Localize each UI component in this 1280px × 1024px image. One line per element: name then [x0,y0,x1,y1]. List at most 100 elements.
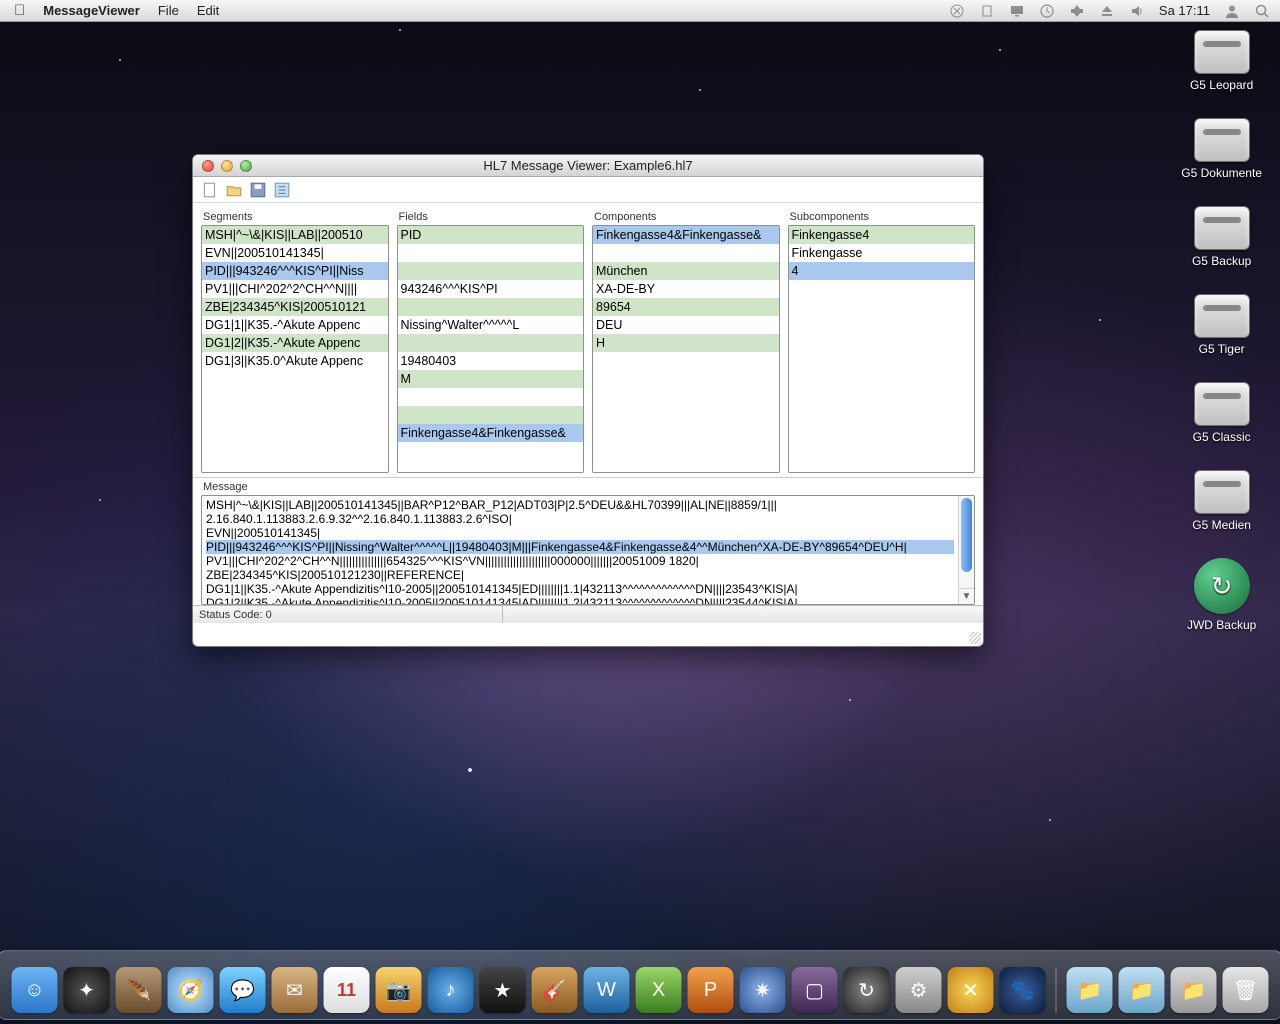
list-row[interactable]: DG1|1||K35.-^Akute Appenc [202,316,388,334]
menubar-clock[interactable]: Sa 17:11 [1159,3,1210,18]
titlebar[interactable]: HL7 Message Viewer: Example6.hl7 [193,155,983,177]
apple-menu-icon[interactable]:  [14,2,25,19]
toolbar-tool-icon[interactable] [273,181,291,199]
scrollbar-thumb[interactable] [961,498,972,572]
desktop-icon-1[interactable]: G5 Dokumente [1181,118,1262,180]
menuextra-displays-icon[interactable] [1009,3,1025,19]
menuextra-eject-icon[interactable] [1099,3,1115,19]
list-row[interactable]: PID|||943246^^^KIS^PI||Niss [202,262,388,280]
list-row[interactable]: M [398,370,584,388]
dock-app-19[interactable]: ✕ [948,967,994,1013]
dock-app-15[interactable]: ✷ [740,967,786,1013]
dock-dashboard[interactable]: ✦ [64,967,110,1013]
dock-folder-1[interactable]: 📁 [1067,967,1113,1013]
dock-folder-3[interactable]: 📁 [1171,967,1217,1013]
list-row[interactable]: DG1|3||K35.0^Akute Appenc [202,352,388,370]
dock-app-16[interactable]: ▢ [792,967,838,1013]
list-row[interactable] [398,262,584,280]
menuextra-icon-2[interactable] [979,3,995,19]
app-name[interactable]: MessageViewer [43,3,140,18]
window-minimize-button[interactable] [221,160,233,172]
list-row[interactable] [398,298,584,316]
desktop-icon-4[interactable]: G5 Classic [1193,382,1251,444]
message-line[interactable]: DG1|2||K35.-^Akute Appendizitis^I10-2005… [206,596,954,605]
dock-excel[interactable]: X [636,967,682,1013]
dock-mail[interactable]: ✉ [272,967,318,1013]
menu-edit[interactable]: Edit [197,3,219,18]
dock-iphoto[interactable]: 📷 [376,967,422,1013]
dock-app-3[interactable]: 🪶 [116,967,162,1013]
list-row[interactable]: H [593,334,779,352]
desktop-icon-6[interactable]: ↻JWD Backup [1187,558,1256,632]
list-row[interactable]: DEU [593,316,779,334]
message-line[interactable]: PV1|||CHI^202^2^CH^^N|||||||||||||||6543… [206,554,954,568]
list-row[interactable] [398,388,584,406]
menu-file[interactable]: File [158,3,179,18]
desktop-icon-2[interactable]: G5 Backup [1192,206,1251,268]
toolbar-new-icon[interactable] [201,181,219,199]
dock-word[interactable]: W [584,967,630,1013]
toolbar-save-icon[interactable] [249,181,267,199]
dock-ichat[interactable]: 💬 [220,967,266,1013]
dock-safari[interactable]: 🧭 [168,967,214,1013]
list-row[interactable]: EVN||200510141345| [202,244,388,262]
list-fields[interactable]: PID 943246^^^KIS^PI Nissing^Walter^^^^^L 19… [397,225,585,473]
dock-finder[interactable]: ☺ [12,967,58,1013]
list-row[interactable]: PV1|||CHI^202^2^CH^^N|||| [202,280,388,298]
list-row[interactable]: Finkengasse [789,244,975,262]
message-line[interactable]: ZBE|234345^KIS|200510121230||REFERENCE| [206,568,954,582]
message-line[interactable]: 2.16.840.1.113883.2.6.9.32^^2.16.840.1.1… [206,512,954,526]
list-subcomponents[interactable]: Finkengasse4Finkengasse4 [788,225,976,473]
list-row[interactable]: PID [398,226,584,244]
menuextra-user-icon[interactable] [1224,3,1240,19]
list-components[interactable]: Finkengasse4&Finkengasse&MünchenXA-DE-BY… [592,225,780,473]
list-row[interactable]: 19480403 [398,352,584,370]
desktop-icon-0[interactable]: G5 Leopard [1190,30,1253,92]
list-row[interactable]: ZBE|234345^KIS|200510121 [202,298,388,316]
message-scrollbar[interactable]: ▼ [958,496,974,604]
dock-app-20[interactable]: 🐾 [1000,967,1046,1013]
list-segments[interactable]: MSH|^~\&|KIS||LAB||200510EVN||2005101413… [201,225,389,473]
list-row[interactable] [398,406,584,424]
list-row[interactable]: 4 [789,262,975,280]
list-row[interactable]: München [593,262,779,280]
menuextra-timemachine-icon[interactable] [1039,3,1055,19]
desktop-icon-3[interactable]: G5 Tiger [1194,294,1250,356]
list-row[interactable]: 89654 [593,298,779,316]
dock-garageband[interactable]: 🎸 [532,967,578,1013]
list-row[interactable]: Nissing^Walter^^^^^L [398,316,584,334]
toolbar-open-icon[interactable] [225,181,243,199]
resize-handle[interactable] [969,632,981,644]
list-row[interactable]: Finkengasse4&Finkengasse& [593,226,779,244]
list-row[interactable]: XA-DE-BY [593,280,779,298]
list-row[interactable]: Finkengasse4&Finkengasse& [398,424,584,442]
scrollbar-down-icon[interactable]: ▼ [959,588,974,604]
message-line[interactable]: MSH|^~\&|KIS||LAB||200510141345||BAR^P12… [206,498,954,512]
list-row[interactable]: 943246^^^KIS^PI [398,280,584,298]
menuextra-icon-1[interactable] [949,3,965,19]
dock-folder-2[interactable]: 📁 [1119,967,1165,1013]
list-row[interactable] [593,244,779,262]
message-line[interactable]: DG1|1||K35.-^Akute Appendizitis^I10-2005… [206,582,954,596]
menuextra-spotlight-icon[interactable] [1254,3,1270,19]
list-row[interactable]: DG1|2||K35.-^Akute Appenc [202,334,388,352]
dock-itunes[interactable]: ♪ [428,967,474,1013]
dock-trash[interactable]: 🗑 [1223,967,1269,1013]
dock-sysprefs[interactable]: ⚙ [896,967,942,1013]
message-line[interactable]: PID|||943246^^^KIS^PI||Nissing^Walter^^^… [206,540,954,554]
dock-powerpoint[interactable]: P [688,967,734,1013]
list-row[interactable]: MSH|^~\&|KIS||LAB||200510 [202,226,388,244]
desktop-icon-5[interactable]: G5 Medien [1192,470,1251,532]
list-row[interactable]: Finkengasse4 [789,226,975,244]
menuextra-icon-5[interactable] [1069,3,1085,19]
dock-timemachine[interactable]: ↻ [844,967,890,1013]
dock-ical[interactable]: 11 [324,967,370,1013]
message-line[interactable]: EVN||200510141345| [206,526,954,540]
list-row[interactable] [398,244,584,262]
dock-imovie[interactable]: ★ [480,967,526,1013]
window-close-button[interactable] [202,160,214,172]
menuextra-volume-icon[interactable] [1129,3,1145,19]
window-zoom-button[interactable] [240,160,252,172]
list-row[interactable] [398,334,584,352]
message-box[interactable]: MSH|^~\&|KIS||LAB||200510141345||BAR^P12… [201,495,975,605]
